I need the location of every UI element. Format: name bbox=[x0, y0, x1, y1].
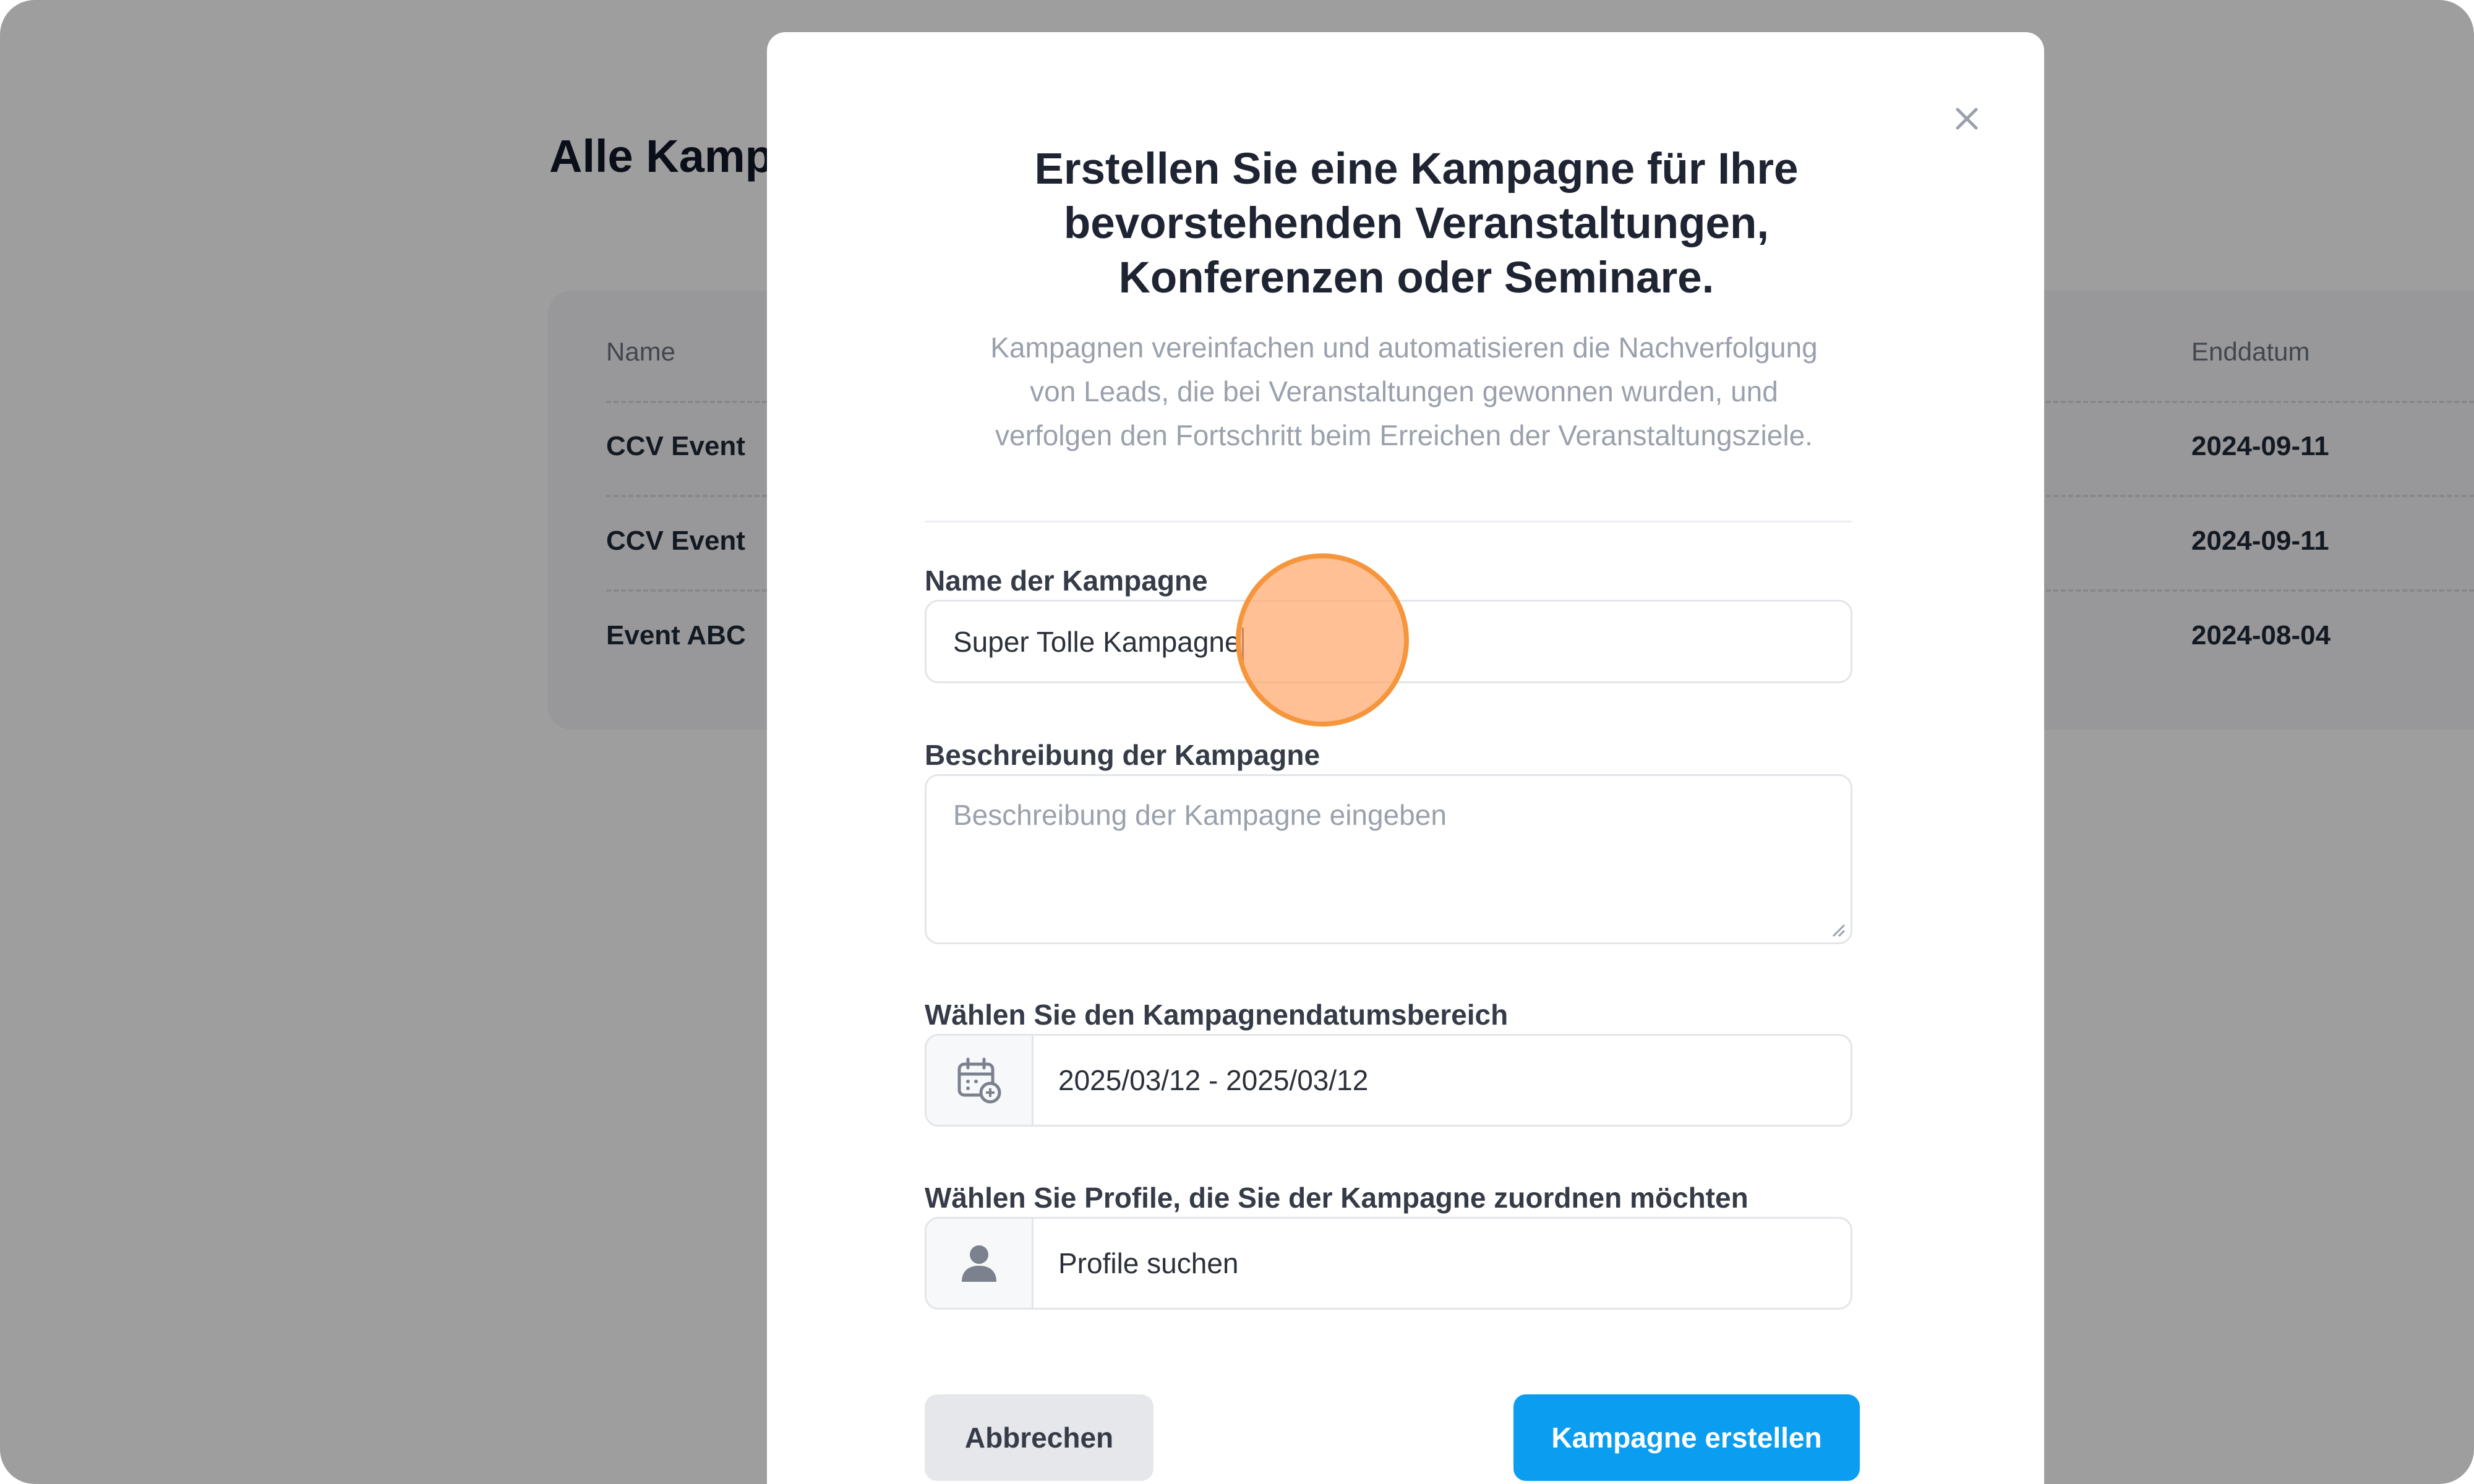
modal-title-line: Erstellen Sie eine Kampagne für Ihre bbox=[1034, 145, 1799, 194]
modal-description-line: verfolgen den Fortschritt beim Erreichen… bbox=[995, 419, 1813, 451]
profiles-icon-box bbox=[927, 1219, 1034, 1308]
profiles-search-input[interactable]: Profile suchen bbox=[925, 1217, 1852, 1310]
screen: Alle Kamp Name Enddatum CCV Event 2024-0… bbox=[0, 0, 2474, 1484]
profiles-search-placeholder: Profile suchen bbox=[1058, 1247, 1239, 1279]
campaign-name-input[interactable]: Super Tolle Kampagne bbox=[925, 600, 1852, 683]
campaign-name-value: Super Tolle Kampagne bbox=[953, 602, 1244, 682]
create-campaign-button[interactable]: Kampagne erstellen bbox=[1513, 1394, 1860, 1481]
calendar-icon bbox=[957, 1057, 1001, 1104]
modal-description-line: Kampagnen vereinfachen und automatisiere… bbox=[990, 331, 1818, 364]
campaign-description-placeholder: Beschreibung der Kampagne eingeben bbox=[953, 799, 1447, 831]
user-icon bbox=[962, 1245, 996, 1282]
date-range-value: 2025/03/12 - 2025/03/12 bbox=[1058, 1064, 1369, 1096]
resize-handle-icon[interactable] bbox=[1828, 920, 1846, 937]
close-button[interactable] bbox=[1945, 97, 1988, 140]
divider bbox=[925, 521, 1852, 522]
date-range-picker[interactable]: 2025/03/12 - 2025/03/12 bbox=[925, 1034, 1852, 1127]
campaign-description-label: Beschreibung der Kampagne bbox=[925, 739, 1320, 771]
campaign-name-label: Name der Kampagne bbox=[925, 565, 1208, 597]
text-caret bbox=[1241, 627, 1244, 661]
campaign-description-textarea[interactable]: Beschreibung der Kampagne eingeben bbox=[925, 774, 1852, 944]
modal-description-line: von Leads, die bei Veranstaltungen gewon… bbox=[1030, 375, 1778, 407]
modal-description: Kampagnen vereinfachen und automatisiere… bbox=[915, 326, 1893, 458]
date-range-icon-box bbox=[927, 1036, 1034, 1125]
cancel-button[interactable]: Abbrechen bbox=[925, 1394, 1154, 1481]
date-range-label: Wählen Sie den Kampagnendatumsbereich bbox=[925, 999, 1509, 1031]
modal-title-line: Konferenzen oder Seminare. bbox=[1118, 254, 1714, 302]
modal-title-line: bevorstehenden Veranstaltungen, bbox=[1063, 199, 1770, 248]
close-icon bbox=[1956, 108, 1978, 130]
create-campaign-modal: Erstellen Sie eine Kampagne für Ihre bev… bbox=[767, 32, 2044, 1484]
modal-title: Erstellen Sie eine Kampagne für Ihre bev… bbox=[891, 142, 1942, 305]
profiles-label: Wählen Sie Profile, die Sie der Kampagne… bbox=[925, 1182, 1748, 1214]
